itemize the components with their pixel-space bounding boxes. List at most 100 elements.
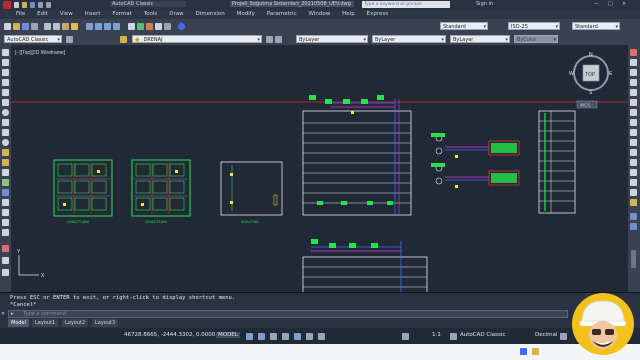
scrollbar-thumb-icon[interactable] [631, 250, 636, 268]
minimize-button[interactable]: — [594, 1, 599, 7]
workspace-switch-icon[interactable] [450, 333, 457, 340]
explode-icon[interactable] [630, 199, 637, 206]
ellipse-tool-icon[interactable] [2, 139, 9, 146]
zoom-realtime-icon[interactable] [95, 23, 102, 30]
gradient-tool-icon[interactable] [2, 189, 9, 196]
paste-icon[interactable] [62, 23, 69, 30]
lineweight-select[interactable]: ByLayer [450, 35, 510, 43]
add-selected-icon[interactable] [2, 229, 9, 236]
dimension-icon[interactable] [630, 213, 637, 220]
annotation-visibility-icon[interactable] [402, 333, 409, 340]
menu-dimension[interactable]: Dimension [196, 10, 225, 19]
menu-tools[interactable]: Tools [144, 10, 158, 19]
break-icon[interactable] [630, 159, 637, 166]
rectangle-tool-icon[interactable] [2, 89, 9, 96]
help-icon[interactable] [178, 23, 185, 30]
tab-model[interactable]: Model [8, 319, 30, 327]
tab-layout2[interactable]: Layout2 [62, 319, 89, 327]
properties-icon[interactable] [128, 23, 135, 30]
dim-style-select[interactable]: ISO-25 [508, 22, 560, 30]
table-style-select[interactable]: Standard [572, 22, 620, 30]
command-input[interactable]: ▸ Type a command [8, 310, 568, 318]
menu-modify[interactable]: Modify [237, 10, 255, 19]
leader-icon[interactable] [630, 223, 637, 230]
undo-icon[interactable] [38, 2, 43, 8]
workspace-tab[interactable]: AutoCAD Classic [110, 1, 186, 7]
menu-window[interactable]: Window [309, 10, 331, 19]
tab-layout3[interactable]: Layout3 [92, 319, 119, 327]
pan-icon[interactable] [86, 23, 93, 30]
menu-file[interactable]: File [16, 10, 25, 19]
text-style-select[interactable]: Standard [440, 22, 488, 30]
zoom-window-icon[interactable] [104, 23, 111, 30]
workspace-settings-icon[interactable] [66, 36, 73, 43]
print-icon[interactable] [31, 23, 38, 30]
rotate-tool-icon[interactable] [2, 269, 9, 276]
grid-toggle-icon[interactable] [246, 333, 253, 340]
arc-tool-icon[interactable] [2, 99, 9, 106]
calculator-icon[interactable] [164, 23, 171, 30]
menu-draw[interactable]: Draw [169, 10, 183, 19]
selection-cycling-icon[interactable] [318, 333, 325, 340]
trim-icon[interactable] [630, 139, 637, 146]
autocad-logo-icon[interactable] [3, 1, 11, 9]
osnap-toggle-icon[interactable] [294, 333, 301, 340]
design-center-icon[interactable] [137, 23, 144, 30]
redo-icon[interactable] [46, 2, 51, 8]
workspace-select[interactable]: AutoCAD Classic [4, 35, 62, 43]
offset-icon[interactable] [630, 79, 637, 86]
open-icon[interactable] [22, 2, 27, 8]
polyline-tool-icon[interactable] [2, 69, 9, 76]
fillet-icon[interactable] [630, 189, 637, 196]
drawing-canvas[interactable]: [−][Top][2D Wireframe] Y X CIHAZ PLANI C… [11, 45, 628, 292]
table-tool-icon[interactable] [2, 209, 9, 216]
taskbar-app-icon[interactable] [520, 348, 527, 355]
scale-icon[interactable] [630, 119, 637, 126]
hatch-tool-icon[interactable] [2, 179, 9, 186]
new-icon[interactable] [14, 2, 19, 8]
customization-menu-icon[interactable] [560, 333, 567, 340]
save-icon[interactable] [30, 2, 35, 8]
tool-palettes-icon[interactable] [146, 23, 153, 30]
mirror-icon[interactable] [630, 69, 637, 76]
new-file-icon[interactable] [4, 23, 11, 30]
line-tool-icon[interactable] [2, 49, 9, 56]
coordinate-readout[interactable]: 46728.8665, -2444.3302, 0.0000 [124, 332, 215, 338]
status-workspace[interactable]: AutoCAD Classic [460, 332, 505, 338]
copy-object-icon[interactable] [630, 59, 637, 66]
rotate-icon[interactable] [630, 109, 637, 116]
linetype-select[interactable]: ByLayer [372, 35, 446, 43]
erase-icon[interactable] [630, 49, 637, 56]
array-icon[interactable] [630, 89, 637, 96]
menu-help[interactable]: Help [342, 10, 355, 19]
polar-toggle-icon[interactable] [282, 333, 289, 340]
move-icon[interactable] [630, 99, 637, 106]
menu-express[interactable]: Express [367, 10, 388, 19]
spline-tool-icon[interactable] [2, 129, 9, 136]
tab-layout1[interactable]: Layout1 [32, 319, 59, 327]
search-input[interactable]: Type a keyword or phrase [362, 1, 450, 8]
insert-block-icon[interactable] [2, 149, 9, 156]
construction-line-icon[interactable] [2, 59, 9, 66]
close-button[interactable]: ✕ [622, 1, 626, 7]
join-icon[interactable] [630, 169, 637, 176]
menu-view[interactable]: View [60, 10, 73, 19]
move-tool-icon[interactable] [2, 257, 9, 264]
annotation-scale[interactable]: 1:1 [432, 332, 441, 338]
command-close-icon[interactable]: ✕ [1, 311, 5, 317]
zoom-previous-icon[interactable] [113, 23, 120, 30]
maximize-button[interactable]: □ [608, 1, 613, 7]
point-tool-icon[interactable] [2, 169, 9, 176]
open-file-icon[interactable] [13, 23, 20, 30]
layer-previous-icon[interactable] [275, 36, 282, 43]
menu-insert[interactable]: Insert [85, 10, 101, 19]
match-properties-icon[interactable] [71, 23, 78, 30]
snap-toggle-icon[interactable] [258, 333, 265, 340]
sheet-set-icon[interactable] [155, 23, 162, 30]
circle-tool-icon[interactable] [2, 109, 9, 116]
copy-icon[interactable] [53, 23, 60, 30]
viewport-label[interactable]: [−][Top][2D Wireframe] [15, 50, 66, 56]
extend-icon[interactable] [630, 149, 637, 156]
save-file-icon[interactable] [22, 23, 29, 30]
chamfer-icon[interactable] [630, 179, 637, 186]
